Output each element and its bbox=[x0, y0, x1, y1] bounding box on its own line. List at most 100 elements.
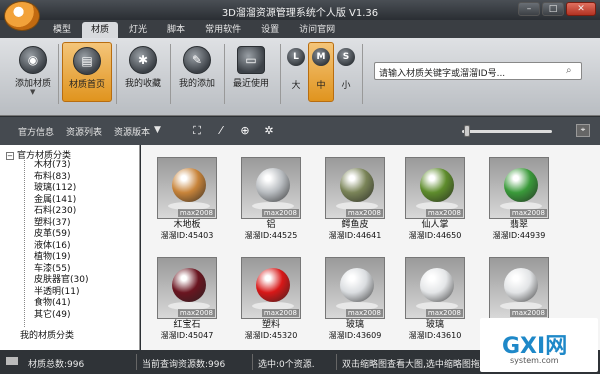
material-name: 翡翠 bbox=[509, 220, 528, 230]
material-thumbnail[interactable]: max2008 bbox=[157, 157, 217, 219]
toolbar: 官方信息 资源列表 资源版本 ▼ ⛶ ⁄ ⊕ ✲ ⌖ bbox=[0, 117, 600, 145]
official-info-link[interactable]: 官方信息 bbox=[18, 125, 54, 138]
tree-item-other[interactable]: 其它(49) bbox=[34, 310, 88, 322]
material-card[interactable]: max2008 玻璃 溜溜ID:43610 bbox=[403, 257, 467, 349]
tree-root-user[interactable]: 我的材质分类 bbox=[20, 328, 74, 341]
tab-light[interactable]: 灯光 bbox=[120, 22, 156, 38]
material-swatch bbox=[340, 268, 374, 302]
minimize-button[interactable]: – bbox=[518, 2, 540, 16]
material-card[interactable]: max2008 鳄鱼皮 溜溜ID:44641 bbox=[323, 157, 387, 249]
tab-script[interactable]: 脚本 bbox=[158, 22, 194, 38]
window-controls: – □ ✕ bbox=[518, 2, 596, 16]
material-id: 溜溜ID:45320 bbox=[244, 331, 298, 340]
material-swatch bbox=[420, 168, 454, 202]
material-swatch bbox=[172, 268, 206, 302]
app-logo-icon[interactable] bbox=[4, 1, 40, 31]
material-name: 玻璃 bbox=[345, 320, 364, 330]
tree-item-food[interactable]: 食物(41) bbox=[34, 298, 88, 310]
material-card[interactable]: max2008 塑料 溜溜ID:45320 bbox=[239, 257, 303, 349]
tab-website[interactable]: 访问官网 bbox=[290, 22, 344, 38]
material-name: 铝 bbox=[266, 220, 276, 230]
fit-view-icon[interactable]: ⛶ bbox=[190, 124, 204, 138]
tab-software[interactable]: 常用软件 bbox=[196, 22, 250, 38]
bluetooth-icon: ✱ bbox=[129, 46, 157, 74]
material-card[interactable]: max2008 红宝石 溜溜ID:45047 bbox=[155, 257, 219, 349]
material-id: 溜溜ID:44641 bbox=[328, 231, 382, 240]
tree-item-wood[interactable]: 木材(73) bbox=[34, 160, 88, 172]
size-medium-button[interactable]: M bbox=[312, 48, 330, 66]
rss-icon: ◉ bbox=[19, 46, 47, 74]
collapse-icon[interactable]: − bbox=[6, 151, 14, 160]
grip-icon bbox=[6, 357, 18, 365]
size-large-button[interactable]: L bbox=[287, 48, 305, 66]
material-id: 溜溜ID:43610 bbox=[408, 331, 462, 340]
tree-item-glass[interactable]: 玻璃(112) bbox=[34, 183, 88, 195]
tree-item-plant[interactable]: 植物(19) bbox=[34, 252, 88, 264]
ribbon: ◉ 添加材质 ▼ ▤ 材质首页 ✱ 我的收藏 ✎ 我的添加 ▭ 最近使用 L 大… bbox=[0, 38, 600, 116]
status-total: 材质总数:996 bbox=[28, 360, 85, 370]
tab-settings[interactable]: 设置 bbox=[252, 22, 288, 38]
chevron-down-icon[interactable]: ▼ bbox=[30, 88, 35, 96]
material-thumbnail[interactable]: max2008 bbox=[325, 257, 385, 319]
material-id: 溜溜ID:44525 bbox=[244, 231, 298, 240]
material-card[interactable]: max2008 木地板 溜溜ID:45403 bbox=[155, 157, 219, 249]
tree-item-plastic[interactable]: 塑料(37) bbox=[34, 218, 88, 230]
recent-button[interactable]: ▭ 最近使用 bbox=[226, 42, 276, 102]
material-id: 溜溜ID:45047 bbox=[160, 331, 214, 340]
tree-item-leather[interactable]: 皮革(59) bbox=[34, 229, 88, 241]
status-selected: 选中:0个资源. bbox=[258, 360, 315, 370]
material-card[interactable]: max2008 铝 溜溜ID:44525 bbox=[239, 157, 303, 249]
size-small-label: 小 bbox=[341, 81, 351, 91]
material-thumbnail[interactable]: max2008 bbox=[241, 157, 301, 219]
resource-list-link[interactable]: 资源列表 bbox=[66, 125, 102, 138]
material-card[interactable]: max2008 仙人掌 溜溜ID:44650 bbox=[403, 157, 467, 249]
slider-handle[interactable] bbox=[464, 125, 470, 137]
zoom-icon[interactable]: ⊕ bbox=[238, 124, 252, 138]
tree-item-skin[interactable]: 皮肤器官(30) bbox=[34, 275, 88, 287]
tree-item-metal[interactable]: 金属(141) bbox=[34, 195, 88, 207]
material-swatch bbox=[172, 168, 206, 202]
material-thumbnail[interactable]: max2008 bbox=[405, 157, 465, 219]
thumbnail-size-slider[interactable] bbox=[462, 130, 552, 133]
tree-item-liquid[interactable]: 液体(16) bbox=[34, 241, 88, 253]
pin-icon[interactable]: ⌖ bbox=[576, 124, 590, 137]
book-icon: ▤ bbox=[73, 47, 101, 75]
gear-icon[interactable]: ✲ bbox=[262, 124, 276, 138]
brush-icon[interactable]: ⁄ bbox=[214, 124, 228, 138]
favorites-button[interactable]: ✱ 我的收藏 bbox=[118, 42, 168, 102]
material-swatch bbox=[504, 268, 538, 302]
tab-material[interactable]: 材质 bbox=[82, 22, 119, 38]
material-card[interactable]: max2008 玻璃 溜溜ID:43609 bbox=[323, 257, 387, 349]
search-input[interactable]: 请输入材质关键字或溜溜ID号... ⌕ bbox=[374, 62, 582, 80]
pen-icon: ✎ bbox=[183, 46, 211, 74]
tree-item-carpaint[interactable]: 车漆(55) bbox=[34, 264, 88, 276]
material-swatch bbox=[504, 168, 538, 202]
search-placeholder: 请输入材质关键字或溜溜ID号... bbox=[379, 69, 506, 79]
close-button[interactable]: ✕ bbox=[566, 2, 596, 16]
material-thumbnail[interactable]: max2008 bbox=[241, 257, 301, 319]
material-thumbnail[interactable]: max2008 bbox=[157, 257, 217, 319]
resource-version-dropdown[interactable]: 资源版本 bbox=[114, 125, 150, 138]
material-thumbnail[interactable]: max2008 bbox=[325, 157, 385, 219]
tab-model[interactable]: 模型 bbox=[44, 22, 80, 38]
tree-item-translucent[interactable]: 半透明(11) bbox=[34, 287, 88, 299]
material-id: 溜溜ID:44939 bbox=[492, 231, 546, 240]
tree-item-cloth[interactable]: 布料(83) bbox=[34, 172, 88, 184]
material-thumbnail[interactable]: max2008 bbox=[405, 257, 465, 319]
tree-item-stone[interactable]: 石料(230) bbox=[34, 206, 88, 218]
monitor-icon: ▭ bbox=[237, 46, 265, 74]
material-home-button[interactable]: ▤ 材质首页 bbox=[62, 42, 112, 102]
material-thumbnail[interactable]: max2008 bbox=[489, 257, 549, 319]
material-id: 溜溜ID:44650 bbox=[408, 231, 462, 240]
size-small-button[interactable]: S bbox=[337, 48, 355, 66]
my-added-button[interactable]: ✎ 我的添加 bbox=[172, 42, 222, 102]
search-icon[interactable]: ⌕ bbox=[566, 65, 578, 77]
material-thumbnail[interactable]: max2008 bbox=[489, 157, 549, 219]
material-card[interactable]: max2008 翡翠 溜溜ID:44939 bbox=[487, 157, 551, 249]
chevron-down-icon[interactable]: ▼ bbox=[154, 125, 161, 135]
maximize-button[interactable]: □ bbox=[542, 2, 564, 16]
status-current: 当前查询资源数:996 bbox=[142, 360, 226, 370]
material-swatch bbox=[256, 168, 290, 202]
material-name: 塑料 bbox=[261, 320, 280, 330]
material-name: 仙人掌 bbox=[421, 220, 449, 230]
